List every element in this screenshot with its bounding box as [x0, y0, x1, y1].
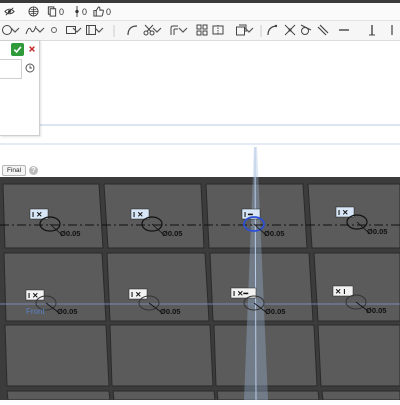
- constraint-badge-text: I ✕: [32, 210, 42, 219]
- constraint-badge-text: I ✕: [131, 290, 141, 299]
- share-globe-button[interactable]: [28, 5, 39, 19]
- circle-tool-dropdown[interactable]: [9, 24, 21, 39]
- mirror-tool-button[interactable]: [211, 24, 225, 38]
- pin-icon: [74, 5, 80, 19]
- copies-counter[interactable]: 0: [47, 5, 65, 19]
- pins-counter[interactable]: 0: [74, 5, 88, 19]
- diameter-dimension[interactable]: Ø0.05: [265, 307, 285, 316]
- model-canvas[interactable]: I ✕ Ø0.05 I ✕ Ø0.05 I ━ Ø0.05 I ✕ Ø0.05: [0, 41, 400, 401]
- chevron-down-icon: [71, 24, 83, 39]
- chevron-down-icon: [243, 24, 255, 39]
- fillet-tool-button[interactable]: [265, 24, 279, 38]
- diameter-dimension[interactable]: Ø0.05: [160, 307, 180, 316]
- likes-count: 0: [106, 7, 112, 17]
- constraint-badge-text: I ✕━: [233, 289, 249, 298]
- grid-cell[interactable]: [313, 252, 400, 322]
- sketch-toolbar: [0, 21, 400, 41]
- grid-cell[interactable]: [4, 324, 110, 387]
- grid-cell[interactable]: [106, 252, 210, 322]
- eye-off-icon: [4, 6, 15, 19]
- accept-button[interactable]: [11, 43, 24, 56]
- offset-tool-dropdown[interactable]: [177, 24, 189, 39]
- coincident-tool-icon: [284, 24, 296, 39]
- chevron-down-icon: [9, 24, 21, 39]
- diameter-dimension[interactable]: Ø0.05: [57, 307, 77, 316]
- toolbar-separator: [111, 24, 117, 38]
- grid-cell[interactable]: [6, 390, 111, 401]
- grid-cell[interactable]: [112, 390, 216, 401]
- vertical-tool-icon: [366, 24, 378, 39]
- grid-cell[interactable]: [216, 390, 320, 401]
- diameter-dimension[interactable]: Ø0.05: [162, 229, 182, 238]
- grid-cell[interactable]: [3, 252, 107, 322]
- cancel-button[interactable]: [27, 43, 37, 56]
- transform-tool-dropdown[interactable]: [243, 24, 255, 39]
- mirror-tool-icon: [212, 24, 224, 39]
- horizontal-tool-icon: [338, 24, 350, 39]
- help-icon[interactable]: ?: [29, 166, 38, 175]
- check-icon: [13, 41, 22, 59]
- more-icon: [386, 24, 398, 39]
- history-button[interactable]: [25, 60, 35, 73]
- spline-tool-dropdown[interactable]: [34, 24, 46, 39]
- rectangle-tool-dropdown[interactable]: [71, 24, 83, 39]
- constraint-badge-text: ✕ I: [335, 287, 345, 296]
- grid-cell[interactable]: [109, 324, 214, 387]
- grid-cell[interactable]: [317, 324, 400, 387]
- diameter-dimension[interactable]: Ø0.05: [60, 229, 80, 238]
- selection-field[interactable]: [0, 59, 22, 79]
- grid-cell[interactable]: [103, 183, 205, 249]
- circle-small-icon: [48, 24, 60, 39]
- diameter-dimension[interactable]: Ø0.05: [367, 227, 387, 236]
- toolbar-separator: [258, 24, 264, 38]
- document-header: 0 0 0: [0, 3, 400, 21]
- close-icon: [28, 44, 36, 56]
- fillet-tool-icon: [266, 24, 278, 39]
- pins-count: 0: [82, 7, 88, 17]
- grid-cell[interactable]: [321, 390, 400, 401]
- chevron-down-icon: [177, 24, 189, 39]
- pattern-tool-button[interactable]: [195, 24, 209, 38]
- grid-cell[interactable]: [2, 183, 104, 249]
- globe-icon: [28, 5, 39, 19]
- graphics-viewport[interactable]: I ✕ Ø0.05 I ✕ Ø0.05 I ━ Ø0.05 I ✕ Ø0.05: [0, 41, 400, 401]
- tangent-tool-icon: [300, 24, 312, 39]
- parallel-tool-icon: [317, 24, 329, 39]
- constraint-badge-text: I ✕: [133, 210, 143, 219]
- tangent-tool-button[interactable]: [299, 24, 313, 38]
- feature-dialog: Final ?: [0, 40, 40, 176]
- horizontal-tool-button[interactable]: [337, 24, 351, 38]
- constraint-badge-text: I ✕: [28, 291, 38, 300]
- copies-count: 0: [59, 7, 65, 17]
- front-plane-label[interactable]: Front: [26, 307, 45, 316]
- trim-tool-dropdown[interactable]: [151, 24, 163, 39]
- final-button[interactable]: Final: [2, 165, 26, 176]
- diameter-dimension[interactable]: Ø0.05: [366, 306, 386, 315]
- vertical-tool-button[interactable]: [365, 24, 379, 38]
- likes-counter[interactable]: 0: [93, 5, 112, 19]
- constraint-badge-text: I ✕: [338, 208, 348, 217]
- pattern-tool-icon: [196, 24, 208, 39]
- chevron-down-icon: [34, 24, 46, 39]
- more-tools-button[interactable]: [385, 24, 399, 38]
- arc-tool-button[interactable]: [125, 24, 139, 38]
- parallel-tool-button[interactable]: [316, 24, 330, 38]
- diameter-dimension[interactable]: Ø0.05: [264, 229, 284, 238]
- copy-icon: [47, 5, 57, 19]
- coincident-tool-button[interactable]: [283, 24, 297, 38]
- chevron-down-icon: [151, 24, 163, 39]
- chevron-down-icon: [93, 24, 105, 39]
- clock-icon: [25, 60, 35, 77]
- thumbs-up-icon: [93, 5, 104, 19]
- arc-tool-icon: [126, 24, 138, 39]
- visibility-toggle[interactable]: [4, 6, 15, 18]
- slot-tool-dropdown[interactable]: [93, 24, 105, 39]
- point-tool-button[interactable]: [49, 24, 59, 38]
